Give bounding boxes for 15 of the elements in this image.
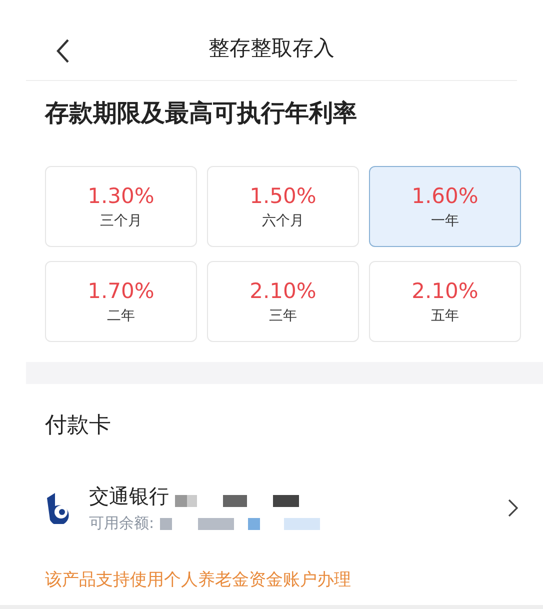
section-title: 存款期限及最高可执行年利率: [45, 98, 358, 129]
payment-card-row[interactable]: 交通银行 可用余额:: [45, 476, 521, 540]
page-title: 整存整取存入: [208, 35, 334, 62]
chevron-right-icon: [508, 499, 518, 517]
term-option[interactable]: 1.50% 六个月: [207, 166, 359, 247]
bank-name: 交通银行: [89, 483, 169, 510]
term-option[interactable]: 2.10% 五年: [369, 261, 521, 342]
term-option[interactable]: 2.10% 三年: [207, 261, 359, 342]
balance-label: 可用余额:: [89, 514, 154, 533]
term-option[interactable]: 1.70% 二年: [45, 261, 197, 342]
term-option[interactable]: 1.60% 一年: [369, 166, 521, 247]
term-option[interactable]: 1.30% 三个月: [45, 166, 197, 247]
back-icon[interactable]: [56, 38, 70, 64]
section-title: 付款卡: [45, 412, 112, 440]
pension-account-note: 该产品支持使用个人养老金资金账户办理: [45, 569, 352, 591]
